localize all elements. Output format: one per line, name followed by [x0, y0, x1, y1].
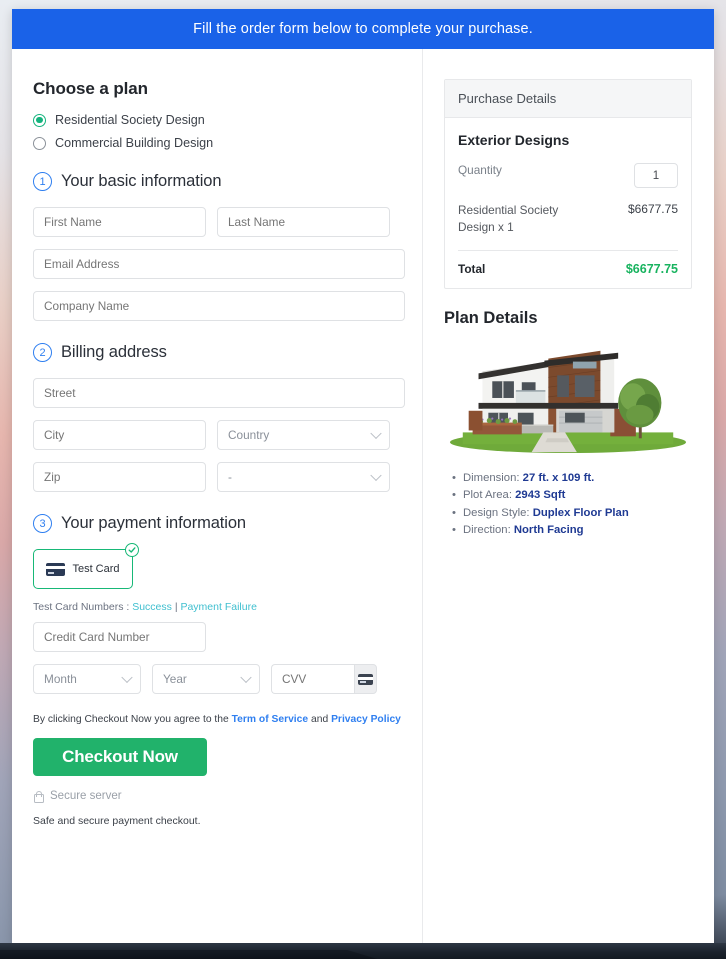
- city-input[interactable]: [33, 420, 206, 450]
- company-field-row: [33, 291, 405, 321]
- page-banner: Fill the order form below to complete yo…: [12, 9, 714, 49]
- zip-state-row: -: [33, 462, 405, 492]
- state-select-value: -: [217, 462, 390, 492]
- banner-text: Fill the order form below to complete yo…: [193, 21, 533, 37]
- step-3-title: Your payment information: [61, 514, 247, 532]
- expiry-month-select[interactable]: Month: [33, 664, 141, 694]
- street-field-row: [33, 378, 405, 408]
- credit-card-number-input[interactable]: [33, 622, 206, 652]
- plan-detail-direction-label: Direction:: [463, 524, 511, 536]
- terms-and: and: [311, 714, 329, 725]
- quantity-label: Quantity: [458, 163, 502, 177]
- plan-option-residential[interactable]: Residential Society Design: [33, 113, 405, 127]
- quantity-input[interactable]: 1: [634, 163, 678, 188]
- total-row: Total $6677.75: [458, 262, 678, 276]
- cvv-input[interactable]: [271, 664, 355, 694]
- last-name-input[interactable]: [217, 207, 390, 237]
- radio-icon-residential[interactable]: [33, 113, 46, 127]
- step-2-heading: 2 Billing address: [33, 343, 405, 362]
- step-3-number: 3: [33, 514, 52, 533]
- payment-method-test-card[interactable]: Test Card: [33, 543, 139, 589]
- plan-detail-design-style-value: Duplex Floor Plan: [532, 506, 629, 519]
- card-number-row: [33, 622, 405, 652]
- quantity-row: Quantity 1: [458, 163, 678, 188]
- plan-detail-plot-area: Plot Area: 2943 Sqft: [452, 489, 692, 501]
- email-field-row: [33, 249, 405, 279]
- step-1-heading: 1 Your basic information: [33, 172, 405, 191]
- total-label: Total: [458, 261, 486, 276]
- safe-checkout-note: Safe and secure payment checkout.: [33, 815, 201, 827]
- secure-server-label: Secure server: [50, 790, 122, 802]
- street-input[interactable]: [33, 378, 405, 408]
- choose-plan-heading: Choose a plan: [33, 79, 148, 98]
- name-field-row: [33, 207, 405, 237]
- terms-of-service-link[interactable]: Term of Service: [232, 714, 309, 725]
- step-1-title: Your basic information: [61, 172, 222, 190]
- purchase-details-header: Purchase Details: [445, 80, 691, 118]
- lock-icon: [33, 790, 44, 803]
- test-card-numbers-prefix: Test Card Numbers :: [33, 601, 130, 613]
- step-2-title: Billing address: [61, 343, 167, 361]
- terms-text: By clicking Checkout Now you agree to th…: [33, 714, 405, 725]
- test-card-numbers-note: Test Card Numbers : Success | Payment Fa…: [33, 601, 405, 613]
- first-name-input[interactable]: [33, 207, 206, 237]
- line-item-price: $6677.75: [627, 202, 678, 216]
- summary-divider: [458, 249, 678, 251]
- plan-detail-plot-area-label: Plot Area:: [463, 489, 512, 501]
- country-select[interactable]: Country: [217, 420, 390, 450]
- product-title: Exterior Designs: [458, 132, 570, 148]
- line-item-row: Residential Society Design x 1 $6677.75: [458, 202, 678, 236]
- plan-detail-design-style-label: Design Style:: [463, 506, 530, 519]
- plan-detail-dimension-value: 27 ft. x 109 ft.: [522, 471, 595, 484]
- plan-option-commercial[interactable]: Commercial Building Design: [33, 136, 405, 150]
- checkout-page-card: Fill the order form below to complete yo…: [12, 9, 714, 945]
- line-item-name: Residential Society Design x 1: [458, 203, 559, 234]
- plan-detail-design-style: Design Style: Duplex Floor Plan: [452, 507, 692, 519]
- plan-detail-direction-value: North Facing: [513, 524, 584, 536]
- total-value: $6677.75: [625, 261, 678, 276]
- plan-option-residential-label: Residential Society Design: [55, 113, 205, 127]
- payment-method-test-card-label: Test Card: [72, 563, 120, 575]
- city-country-row: Country: [33, 420, 405, 450]
- plan-detail-dimension: Dimension: 27 ft. x 109 ft.: [452, 472, 692, 484]
- test-card-link-separator: |: [174, 601, 178, 613]
- purchase-details-body: Exterior Designs Quantity 1 Residential …: [445, 118, 691, 288]
- checkout-now-button[interactable]: Checkout Now: [33, 738, 207, 776]
- privacy-policy-link[interactable]: Privacy Policy: [331, 714, 401, 725]
- credit-card-icon: [46, 562, 66, 576]
- card-expiry-cvv-row: Month Year: [33, 664, 405, 694]
- state-select[interactable]: -: [217, 462, 390, 492]
- plan-detail-direction: Direction: North Facing: [452, 524, 692, 536]
- house-render-image: [444, 338, 692, 456]
- company-input[interactable]: [33, 291, 405, 321]
- step-2-number: 2: [33, 343, 52, 362]
- purchase-details-panel: Purchase Details Exterior Designs Quanti…: [444, 79, 692, 289]
- cvv-card-icon-button[interactable]: [354, 664, 377, 694]
- plan-details-list: Dimension: 27 ft. x 109 ft. Plot Area: 2…: [452, 472, 692, 537]
- country-select-value: Country: [217, 420, 390, 450]
- terms-prefix: By clicking Checkout Now you agree to th…: [33, 714, 229, 725]
- step-3-heading: 3 Your payment information: [33, 514, 405, 533]
- zip-input[interactable]: [33, 462, 206, 492]
- secure-server-row: Secure server: [33, 790, 405, 803]
- email-input[interactable]: [33, 249, 405, 279]
- step-1-number: 1: [33, 172, 52, 191]
- expiry-year-select[interactable]: Year: [152, 664, 260, 694]
- page-body: Choose a plan Residential Society Design…: [12, 49, 714, 945]
- order-form-column: Choose a plan Residential Society Design…: [12, 49, 423, 945]
- plan-option-commercial-label: Commercial Building Design: [55, 136, 214, 150]
- plan-details-heading: Plan Details: [444, 308, 538, 327]
- radio-icon-commercial[interactable]: [33, 136, 46, 150]
- cvv-field-group: [271, 664, 377, 694]
- cvv-card-icon: [358, 673, 374, 685]
- test-card-failure-link[interactable]: Payment Failure: [180, 601, 256, 613]
- test-card-success-link[interactable]: Success: [132, 601, 172, 613]
- plan-detail-plot-area-value: 2943 Sqft: [515, 489, 566, 501]
- desk-background-strip: [0, 943, 726, 959]
- summary-column: Purchase Details Exterior Designs Quanti…: [423, 49, 714, 945]
- plan-detail-dimension-label: Dimension:: [463, 471, 520, 484]
- payment-method-list: Test Card: [33, 543, 405, 589]
- check-circle-icon: [125, 543, 139, 557]
